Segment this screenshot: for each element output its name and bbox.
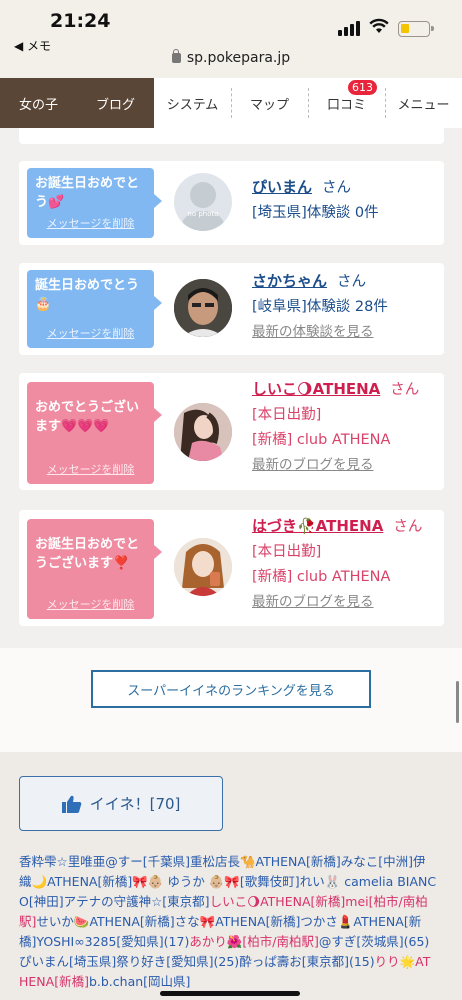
site-nav: 女の子 ブログ システム マップ 口コミ 613 メニュー	[0, 78, 462, 128]
honorific: さん	[390, 382, 420, 398]
super-like-ranking-button[interactable]: スーパーイイネのランキングを見る	[91, 670, 371, 708]
ranking-section: スーパーイイネのランキングを見る	[0, 648, 462, 752]
liker-link[interactable]: アテナの守護神☆[東京都]	[64, 894, 210, 909]
status-bar: 21:24 ◀ メモ sp.pokepara.jp	[0, 0, 462, 78]
shop-name: [新橋] club ATHENA	[252, 569, 391, 585]
nav-label: 口コミ	[326, 97, 366, 113]
liker-link[interactable]: @すぎ[茨城県](65)	[319, 934, 429, 949]
wifi-icon	[369, 18, 389, 33]
review-count-badge: 613	[348, 80, 377, 95]
message-card: お誕生日おめでとう💕 メッセージを削除 no photo ぴいまん さん [埼玉県…	[19, 161, 444, 245]
honorific: さん	[322, 180, 352, 196]
home-indicator	[160, 991, 300, 996]
url-text: sp.pokepara.jp	[186, 50, 291, 66]
nav-label: マップ	[249, 97, 289, 113]
delete-message-link[interactable]: メッセージを削除	[27, 214, 154, 233]
message-card: おめでとうございます💗💗💗 メッセージを削除 しいこ🌖ATHENA さん [本日出…	[19, 373, 444, 490]
avatar[interactable]	[174, 538, 232, 596]
liker-link[interactable]: 祭り好き[愛知県](25)	[116, 954, 239, 969]
delete-message-link[interactable]: メッセージを削除	[27, 595, 154, 614]
user-name-link[interactable]: ぴいまん	[252, 178, 312, 196]
user-name-link[interactable]: さかちゃん	[252, 272, 327, 290]
user-info: はづき🥀ATHENA さん [本日出勤] [新橋] club ATHENA 最新の…	[252, 514, 422, 615]
like-button[interactable]: イイネ！[70]	[19, 776, 223, 831]
nav-map[interactable]: マップ	[231, 78, 308, 128]
liker-link[interactable]: YOSHI∞3285[愛知県](17)	[36, 934, 189, 949]
user-info: さかちゃん さん [岐阜県]体験談 28件 最新の体験談を見る	[252, 269, 388, 345]
user-name-link[interactable]: しいこ🌖ATHENA	[252, 380, 380, 398]
message-card: 誕生日おめでとう🎂 メッセージを削除 さかちゃん さん [岐阜県]体験談 28件 …	[19, 263, 444, 355]
likers-list: 香粋雫☆里唯亜@すー[千葉県]重松店長🐪ATHENA[新橋]みなこ[中洲]伊織🌙…	[19, 852, 437, 992]
nav-label: メニュー	[397, 97, 450, 113]
avatar[interactable]	[174, 403, 232, 461]
nav-girls[interactable]: 女の子	[0, 78, 77, 128]
liker-link[interactable]: b.b.chan[岡山県]	[89, 974, 190, 989]
work-status: [本日出勤]	[252, 407, 322, 423]
like-section: イイネ！[70] 香粋雫☆里唯亜@すー[千葉県]重松店長🐪ATHENA[新橋]み…	[0, 752, 462, 1000]
thumbs-up-icon	[61, 795, 81, 813]
clock: 21:24	[50, 10, 111, 32]
delete-message-link[interactable]: メッセージを削除	[27, 460, 154, 479]
shop-name: [新橋] club ATHENA	[252, 432, 391, 448]
liker-link[interactable]: 酔っぱ壽お[東京都](15)	[239, 954, 374, 969]
user-detail: [埼玉県]体験談 0件	[252, 205, 379, 221]
liker-link[interactable]: せいか🍉ATHENA[新橋]	[36, 914, 174, 929]
nav-system[interactable]: システム	[154, 78, 231, 128]
scrollbar[interactable]	[456, 681, 459, 723]
signal-icon	[338, 18, 362, 36]
liker-link[interactable]: あかり🌺[柏市/南柏駅]	[189, 934, 319, 949]
honorific: さん	[393, 519, 423, 535]
battery-icon	[398, 21, 434, 37]
nav-label: 女の子	[18, 97, 58, 113]
liker-link[interactable]: ぴいまん[埼玉県]	[19, 954, 116, 969]
liker-link[interactable]: 香粋雫☆里唯亜@すー[千葉県]	[19, 854, 190, 869]
message-text: お誕生日おめでとうございます❣️	[35, 537, 140, 571]
user-detail: [岐阜県]体験談 28件	[252, 299, 388, 315]
honorific: さん	[337, 274, 367, 290]
lock-icon	[171, 49, 181, 63]
message-bubble: お誕生日おめでとうございます❣️ メッセージを削除	[27, 519, 162, 619]
avatar[interactable]: no photo	[174, 173, 232, 231]
message-bubble: おめでとうございます💗💗💗 メッセージを削除	[27, 382, 162, 484]
user-photo	[174, 403, 232, 461]
user-info: ぴいまん さん [埼玉県]体験談 0件	[252, 175, 379, 226]
address-bar[interactable]: sp.pokepara.jp	[0, 49, 462, 66]
message-bubble: お誕生日おめでとう💕 メッセージを削除	[27, 168, 162, 238]
user-photo	[174, 279, 232, 337]
avatar[interactable]	[174, 279, 232, 337]
user-photo	[174, 538, 232, 596]
like-count-label: イイネ！[70]	[89, 795, 181, 813]
message-text: 誕生日おめでとう🎂	[35, 278, 140, 312]
delete-message-link[interactable]: メッセージを削除	[27, 324, 154, 343]
user-name-link[interactable]: はづき🥀ATHENA	[252, 517, 383, 535]
nav-label: システム	[166, 97, 219, 113]
nav-menu[interactable]: メニュー	[385, 78, 462, 128]
user-info: しいこ🌖ATHENA さん [本日出勤] [新橋] club ATHENA 最新の…	[252, 377, 419, 478]
latest-blog-link[interactable]: 最新のブログを見る	[252, 594, 374, 610]
no-photo-label: no photo	[187, 210, 218, 218]
liker-link[interactable]: 重松店長🐪	[190, 854, 256, 869]
message-card-partial	[19, 128, 444, 144]
message-text: おめでとうございます💗💗💗	[35, 400, 140, 434]
nav-label: ブログ	[95, 97, 135, 113]
liker-link[interactable]: ATHENA[新橋]みなこ[中洲]	[256, 854, 413, 869]
latest-reviews-link[interactable]: 最新の体験談を見る	[252, 324, 374, 340]
latest-blog-link[interactable]: 最新のブログを見る	[252, 457, 374, 473]
nav-blog[interactable]: ブログ	[77, 78, 154, 128]
birthday-messages: お誕生日おめでとう💕 メッセージを削除 no photo ぴいまん さん [埼玉県…	[0, 128, 462, 648]
no-photo-icon: no photo	[182, 182, 224, 231]
message-card: お誕生日おめでとうございます❣️ メッセージを削除 はづき🥀ATHENA さん […	[19, 510, 444, 626]
work-status: [本日出勤]	[252, 544, 322, 560]
message-bubble: 誕生日おめでとう🎂 メッセージを削除	[27, 270, 162, 348]
nav-reviews[interactable]: 口コミ 613	[308, 78, 385, 128]
message-text: お誕生日おめでとう💕	[35, 176, 140, 210]
